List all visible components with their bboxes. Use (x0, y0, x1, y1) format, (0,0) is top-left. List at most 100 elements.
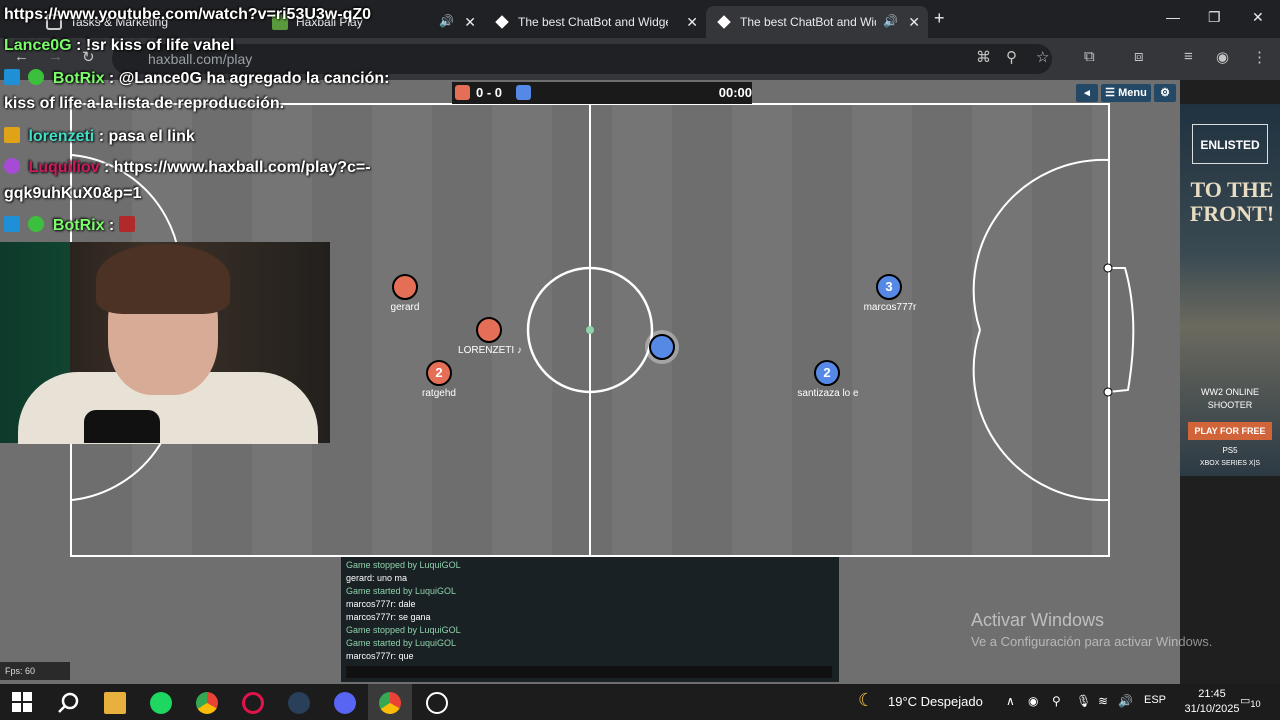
windows-taskbar: ☾ 19°C Despejado ∧ ◉ ⚲ 🎙 ≋ 🔊 ESP 21:45 3… (0, 684, 1280, 720)
tab-chatbot-1[interactable]: The best ChatBot and Widgets ✕ (484, 6, 706, 38)
score-text: 0 - 0 (476, 85, 503, 100)
overlay-chat-line: Luquiliov : https://www.haxball.com/play… (4, 158, 371, 177)
ad-logo: ENLISTED (1192, 124, 1268, 164)
speaker-icon[interactable]: 🔊 (439, 14, 454, 28)
notifications-icon[interactable]: ▭10 (1240, 694, 1261, 709)
botrix-icon (717, 15, 731, 29)
ad-ps5-logo: PS5 (1222, 446, 1238, 455)
botrix-icon (495, 15, 509, 29)
chat-message: gerard: uno ma (346, 573, 408, 583)
player-name: ratgehd (422, 388, 456, 399)
goal-right (1103, 263, 1135, 397)
file-explorer-icon[interactable] (104, 692, 126, 714)
ad-play-button[interactable]: PLAY FOR FREE (1188, 422, 1272, 440)
close-window-icon[interactable]: ✕ (1252, 9, 1264, 26)
zoom-icon[interactable]: ⚲ (1006, 48, 1017, 66)
record-icon[interactable]: ◉ (1028, 694, 1038, 708)
overlay-chat-line: BotRix : (4, 216, 139, 235)
crown-badge-icon (4, 127, 20, 143)
close-tab-icon[interactable]: ✕ (686, 14, 698, 31)
bookmark-star-icon[interactable]: ☆ (1036, 48, 1049, 66)
cast-icon[interactable]: ⧈ (1134, 48, 1144, 65)
collapse-button[interactable]: ◂ (1076, 84, 1098, 102)
check-badge-icon (28, 216, 45, 232)
chat-message: marcos777r: que (346, 651, 414, 661)
overlay-chat-line: Lance0G : !sr kiss of life vahel (4, 37, 235, 54)
minimize-icon[interactable]: — (1166, 9, 1180, 25)
player-name: LORENZETI ♪ (458, 345, 522, 356)
activate-windows-subtitle: Ve a Configuración para activar Windows. (971, 634, 1213, 649)
media-control-icon[interactable]: ≡ (1184, 48, 1193, 65)
overlay-chat-line: BotRix : @Lance0G ha agregado la canción… (4, 69, 389, 88)
chat-input[interactable] (346, 666, 832, 678)
steam-icon[interactable] (288, 692, 310, 714)
player-name: santizaza lo e (797, 388, 859, 399)
chat-message: marcos777r: dale (346, 599, 416, 609)
tray-chevron-icon[interactable]: ∧ (1006, 694, 1015, 708)
ad-xbox-logo: XBOX SERIES X|S (1199, 460, 1261, 467)
microphone-icon[interactable]: 🎙 (1076, 694, 1091, 708)
player-disc: 2 (426, 360, 452, 386)
maximize-icon[interactable]: ❐ (1208, 9, 1221, 26)
chat-message: Game started by LuquiGOL (346, 586, 457, 596)
overlay-url: https://www.youtube.com/watch?v=ri53U3w-… (4, 6, 372, 23)
new-tab-button[interactable]: + (934, 8, 945, 29)
settings-gear-icon[interactable]: ⚙ (1154, 84, 1176, 102)
chat-message: Game stopped by LuquiGOL (346, 625, 461, 635)
obs-icon[interactable] (426, 692, 448, 714)
player-name: gerard (390, 302, 420, 313)
clock-date: 31/10/2025 (1184, 703, 1240, 715)
ad-subtitle: WW2 ONLINE SHOOTER (1200, 387, 1259, 410)
overlay-chat-line: lorenzeti : pasa el link (4, 127, 195, 146)
more-menu-icon[interactable]: ⋮ (1252, 48, 1267, 66)
close-tab-icon[interactable]: ✕ (464, 14, 476, 31)
overlay-chat-line: kiss of life a la lista de reproducción. (4, 95, 285, 112)
fps-counter: Fps: 60 (0, 662, 70, 680)
chrome-icon[interactable] (196, 692, 218, 714)
tab-chatbot-2[interactable]: The best ChatBot and Widg 🔊 ✕ (706, 6, 928, 38)
player-disc: 2 (814, 360, 840, 386)
game-chat: Game stopped by LuquiGOL gerard: uno ma … (341, 557, 839, 682)
close-tab-icon[interactable]: ✕ (908, 14, 920, 31)
weather-text[interactable]: 19°C Despejado (888, 694, 983, 709)
webcam-microphone (84, 410, 160, 443)
translate-icon[interactable]: ⌘ (976, 48, 991, 66)
verified-badge-icon (4, 69, 20, 85)
scoreboard: 0 - 0 00:00 (452, 82, 752, 104)
blue-team-indicator (516, 85, 531, 100)
advertisement-banner[interactable]: ENLISTED TO THE FRONT! WW2 ONLINE SHOOTE… (1180, 104, 1280, 476)
language-indicator[interactable]: ESP (1144, 694, 1166, 706)
emote-icon (118, 216, 135, 232)
chat-message: Game stopped by LuquiGOL (346, 560, 461, 570)
discord-icon[interactable] (334, 692, 356, 714)
match-timer: 00:00 (718, 85, 752, 100)
player-disc (476, 317, 502, 343)
overlay-chat-line: gqk9uhKuX0&p=1 (4, 185, 142, 202)
clock[interactable]: 21:45 31/10/2025 (1180, 687, 1244, 717)
screen: Tasks & Marketing Haxball Play 🔊 ✕ The b… (0, 0, 1280, 720)
volume-icon[interactable]: 🔊 (1118, 694, 1133, 708)
webcam-hair (96, 244, 230, 314)
spotify-icon[interactable] (150, 692, 172, 714)
ad-headline: TO THE FRONT! (1189, 177, 1275, 226)
menu-button[interactable]: ☰ Menu (1101, 84, 1151, 102)
activate-windows-title: Activar Windows (971, 610, 1105, 630)
own-player-disc (649, 334, 675, 360)
wifi-icon[interactable]: ≋ (1098, 694, 1108, 708)
opera-gx-icon[interactable] (242, 692, 264, 714)
location-icon[interactable]: ⚲ (1052, 694, 1061, 708)
search-icon[interactable] (58, 692, 80, 714)
chat-message: Game started by LuquiGOL (346, 638, 457, 648)
chrome-active-icon[interactable] (368, 684, 412, 720)
purple-badge-icon (4, 158, 20, 174)
speaker-icon[interactable]: 🔊 (883, 14, 898, 28)
player-disc: 3 (876, 274, 902, 300)
player-disc (392, 274, 418, 300)
windows-start-icon[interactable] (12, 692, 34, 714)
verified-badge-icon (4, 216, 20, 232)
extensions-icon[interactable]: ⧉ (1084, 48, 1095, 65)
clock-time: 21:45 (1198, 688, 1226, 700)
moon-weather-icon: ☾ (858, 690, 875, 710)
profile-avatar-icon[interactable]: ◉ (1216, 48, 1229, 66)
player-name: marcos777r (863, 302, 917, 313)
